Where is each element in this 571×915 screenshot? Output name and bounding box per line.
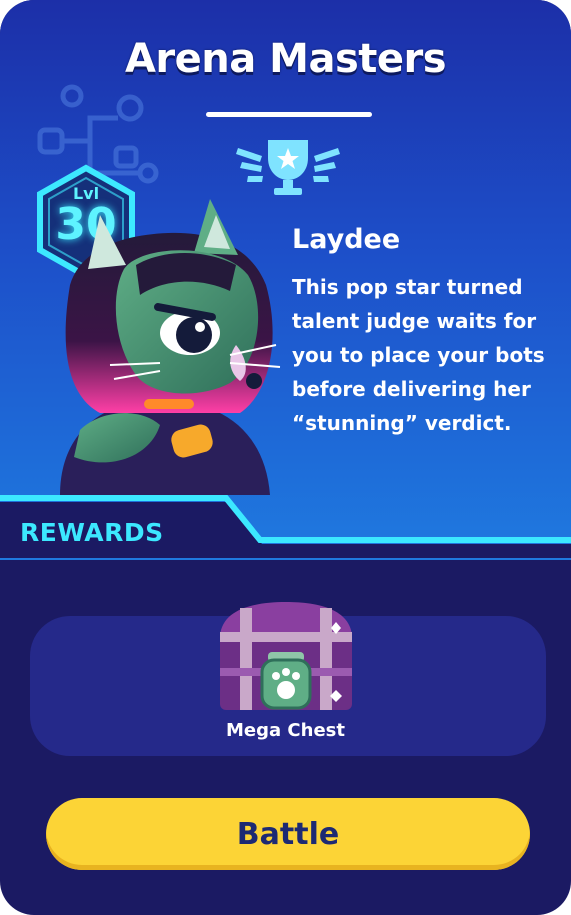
page-title: Arena Masters: [124, 36, 447, 82]
mega-chest-icon: [220, 602, 352, 710]
opponent-description: This pop star turned talent judge waits …: [292, 275, 545, 435]
arena-card: Arena Masters Lvl 30 Laydee This pop sta…: [0, 0, 571, 915]
cat-popstar-portrait: [60, 199, 281, 495]
battle-button[interactable]: Battle: [46, 798, 530, 870]
title-divider: [206, 112, 372, 117]
reward-item-label: Mega Chest: [226, 720, 345, 741]
rewards-heading: REWARDS: [20, 518, 164, 547]
trophy-icon: [236, 140, 340, 195]
opponent-panel: Arena Masters Lvl 30 Laydee This pop sta…: [0, 0, 571, 560]
battle-button-label: Battle: [236, 816, 340, 852]
opponent-name: Laydee: [292, 224, 401, 255]
